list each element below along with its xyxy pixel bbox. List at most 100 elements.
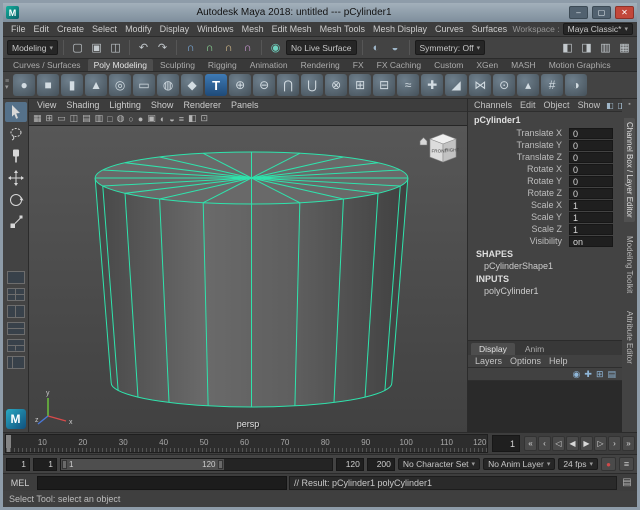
snap-to-point-icon[interactable]: ∩ (220, 39, 237, 56)
toggle-channel-box-icon[interactable]: ◨ (578, 39, 595, 56)
extrude-icon[interactable]: ▴ (517, 74, 539, 96)
workspace-dropdown[interactable]: Maya Classic* ▾ (563, 23, 633, 35)
current-time-marker[interactable] (6, 435, 11, 452)
range-slider-track[interactable]: 1 120 (60, 458, 333, 471)
layer-list-mode-icon[interactable]: ▤ (607, 369, 616, 380)
object-menu[interactable]: Object (541, 100, 573, 110)
scale-tool-button[interactable] (5, 212, 27, 232)
menu-mesh[interactable]: Mesh (238, 24, 268, 34)
tab-channel-box-layer-editor[interactable]: Channel Box / Layer Editor (624, 118, 635, 222)
range-end-handle[interactable] (218, 460, 223, 469)
snap-to-grid-icon[interactable]: ∩ (182, 39, 199, 56)
menu-edit[interactable]: Edit (30, 24, 54, 34)
layout-three-pane-button[interactable] (7, 339, 25, 352)
panel-pin-icon[interactable]: ▪ (628, 101, 630, 108)
attribute-value-field[interactable]: 1 (569, 212, 613, 223)
anim-layer-dropdown[interactable]: No Anim Layer ▾ (483, 458, 555, 470)
attribute-value-field[interactable]: 1 (569, 200, 613, 211)
poly-cylinder-icon[interactable]: ▮ (61, 74, 83, 96)
used-lights-icon[interactable]: ◐ (160, 114, 165, 124)
animation-end-field[interactable]: 200 (367, 458, 395, 471)
poly-plane-icon[interactable]: ▭ (133, 74, 155, 96)
new-empty-layer-icon[interactable]: ✚ (584, 369, 592, 380)
shelf-tab-motion-graphics[interactable]: Motion Graphics (543, 59, 617, 71)
play-forwards-button[interactable]: ▶ (580, 436, 593, 451)
panel-menu-lighting[interactable]: Lighting (105, 100, 145, 110)
menu-set-dropdown[interactable]: Modeling ▾ (7, 40, 58, 55)
menu-windows[interactable]: Windows (193, 24, 238, 34)
mel-toggle-button[interactable]: MEL (5, 478, 35, 488)
safe-title-icon[interactable]: ◍ (117, 113, 125, 124)
lasso-tool-button[interactable] (5, 124, 27, 144)
tab-display[interactable]: Display (471, 343, 515, 355)
menu-create[interactable]: Create (53, 24, 88, 34)
input-node-item[interactable]: polyCylinder1 (468, 285, 622, 297)
step-back-key-button[interactable]: ◁ (552, 436, 565, 451)
textured-mode-icon[interactable]: ▣ (147, 113, 156, 124)
shelf-tab-curves-surfaces[interactable]: Curves / Surfaces (7, 59, 87, 71)
smooth-icon[interactable]: ≈ (397, 74, 419, 96)
script-editor-icon[interactable]: ▤ (619, 477, 635, 488)
viewcube-home-icon[interactable] (420, 138, 427, 146)
title-bar[interactable]: M Autodesk Maya 2018: untitled --- pCyli… (3, 3, 637, 22)
menu-select[interactable]: Select (88, 24, 121, 34)
symmetry-dropdown[interactable]: Symmetry: Off ▾ (415, 40, 486, 55)
maximize-button[interactable]: ▢ (592, 6, 611, 19)
select-tool-button[interactable] (5, 102, 27, 122)
snap-to-curve-icon[interactable]: ∩ (201, 39, 218, 56)
undo-icon[interactable]: ↶ (135, 39, 152, 56)
wireframe-mode-icon[interactable]: ○ (128, 114, 133, 124)
layout-outliner-persp-button[interactable] (7, 356, 25, 369)
selected-object-name[interactable]: pCylinder1 (468, 112, 622, 127)
animation-preferences-button[interactable]: ≡ (619, 457, 634, 471)
field-chart-icon[interactable]: ▥ (95, 113, 104, 124)
tab-anim[interactable]: Anim (517, 343, 552, 355)
new-scene-icon[interactable]: ▢ (69, 39, 86, 56)
attribute-value-field[interactable]: 0 (569, 176, 613, 187)
poly-cone-icon[interactable]: ▲ (85, 74, 107, 96)
layout-two-pane-stacked-button[interactable] (7, 322, 25, 335)
shadows-icon[interactable]: ◒ (169, 114, 174, 124)
toggle-tool-settings-icon[interactable]: ▦ (616, 39, 633, 56)
poly-sphere-icon[interactable]: ● (13, 74, 35, 96)
playback-range-bar[interactable]: 1 120 (61, 459, 224, 470)
move-tool-button[interactable] (5, 168, 27, 188)
layer-list[interactable] (468, 381, 622, 432)
bevel-icon[interactable]: ◢ (445, 74, 467, 96)
shelf-tab-poly-modeling[interactable]: Poly Modeling (88, 59, 153, 71)
combine-icon[interactable]: ⊕ (229, 74, 251, 96)
grid-toggle-icon[interactable]: ⊞ (46, 113, 54, 124)
layers-menu[interactable]: Layers (472, 356, 505, 366)
menu-surfaces[interactable]: Surfaces (468, 24, 512, 34)
tab-attribute-editor[interactable]: Attribute Editor (624, 307, 635, 368)
motion-blur-icon[interactable]: ◧ (188, 113, 197, 124)
rotate-tool-button[interactable] (5, 190, 27, 210)
boolean-union-icon[interactable]: ⋃ (301, 74, 323, 96)
help-menu[interactable]: Help (546, 356, 571, 366)
edit-menu[interactable]: Edit (517, 100, 539, 110)
shelf-tab-fx[interactable]: FX (347, 59, 370, 71)
poly-torus-icon[interactable]: ◎ (109, 74, 131, 96)
shape-node-item[interactable]: pCylinderShape1 (468, 260, 622, 272)
target-weld-icon[interactable]: ⊙ (493, 74, 515, 96)
type-tool-icon[interactable]: T (205, 74, 227, 96)
go-to-start-button[interactable]: « (524, 436, 537, 451)
screen-space-ao-icon[interactable]: ≡ (179, 114, 184, 124)
shelf-tab-xgen[interactable]: XGen (470, 59, 504, 71)
step-back-frame-button[interactable]: ‹ (538, 436, 551, 451)
bridge-icon[interactable]: ⋈ (469, 74, 491, 96)
panel-menu-panels[interactable]: Panels (227, 100, 263, 110)
shelf-tab-rigging[interactable]: Rigging (202, 59, 243, 71)
panel-menu-shading[interactable]: Shading (62, 100, 103, 110)
shelf-tab-rendering[interactable]: Rendering (295, 59, 346, 71)
shelf-tab-custom[interactable]: Custom (428, 59, 469, 71)
resolution-gate-icon[interactable]: ◫ (70, 113, 79, 124)
tab-modeling-toolkit[interactable]: Modeling Toolkit (624, 232, 635, 297)
character-set-dropdown[interactable]: No Character Set ▾ (398, 458, 480, 470)
paint-select-tool-button[interactable] (5, 146, 27, 166)
view-cube[interactable]: FRONT RIGHT (419, 132, 459, 166)
mirror-icon[interactable]: ◑ (565, 74, 587, 96)
command-input[interactable] (37, 476, 287, 490)
shelf-tab-sculpting[interactable]: Sculpting (154, 59, 201, 71)
menu-file[interactable]: File (7, 24, 30, 34)
